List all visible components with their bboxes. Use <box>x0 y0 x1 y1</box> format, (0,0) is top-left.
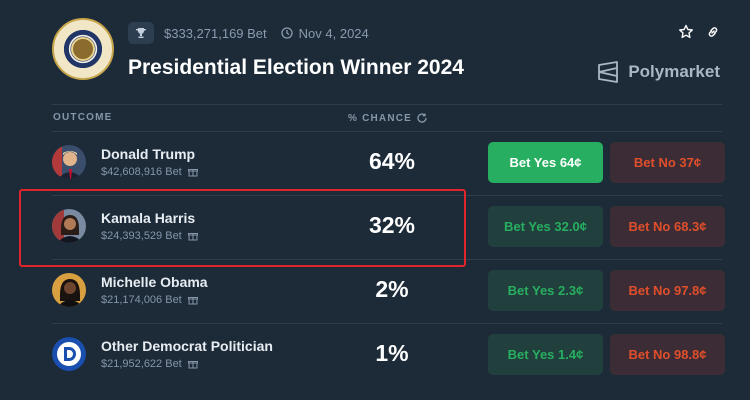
outcome-name[interactable]: Other Democrat Politician <box>101 338 273 354</box>
highlight-box <box>19 189 466 267</box>
end-date: Nov 4, 2024 <box>298 25 369 41</box>
page-title: Presidential Election Winner 2024 <box>128 56 464 79</box>
bet-no-button[interactable]: Bet No 37¢ <box>610 142 725 183</box>
gift-icon[interactable] <box>187 167 198 177</box>
outcome-volume-label: $42,608,916 Bet <box>101 166 182 178</box>
outcome-name[interactable]: Donald Trump <box>101 146 195 162</box>
outcome-volume: $42,608,916 Bet <box>101 166 198 178</box>
presidential-seal-image <box>52 18 114 80</box>
avatar-trump <box>52 145 86 179</box>
polymarket-logo[interactable]: Polymarket <box>596 60 720 84</box>
volume-label: $333,271,169 Bet <box>164 25 267 41</box>
outcome-volume-label: $21,952,622 Bet <box>101 358 182 370</box>
bet-no-button[interactable]: Bet No 98.8¢ <box>610 334 725 375</box>
outcome-row-trump: Donald Trump $42,608,916 Bet 64% Bet Yes… <box>52 131 732 195</box>
trophy-icon <box>128 22 154 44</box>
gift-icon[interactable] <box>187 359 198 369</box>
outcome-chance: 64% <box>368 148 416 174</box>
bet-yes-button[interactable]: Bet Yes 2.3¢ <box>488 270 603 311</box>
chance-column-label: % CHANCE <box>348 112 413 124</box>
bet-yes-button[interactable]: Bet Yes 1.4¢ <box>488 334 603 375</box>
brand-name: Polymarket <box>628 62 720 81</box>
star-icon[interactable] <box>678 24 694 45</box>
outcome-row-other-democrat: Other Democrat Politician $21,952,622 Be… <box>52 323 732 387</box>
clock-icon <box>281 27 293 39</box>
refresh-icon[interactable] <box>416 112 428 124</box>
bet-yes-button[interactable]: Bet Yes 32.0¢ <box>488 206 603 247</box>
bet-yes-button[interactable]: Bet Yes 64¢ <box>488 142 603 183</box>
outcome-volume-label: $21,174,006 Bet <box>101 294 182 306</box>
bet-no-button[interactable]: Bet No 97.8¢ <box>610 270 725 311</box>
market-header: $333,271,169 Bet Nov 4, 2024 Presidentia… <box>52 18 732 90</box>
polymarket-icon <box>598 61 619 83</box>
outcome-column-header: OUTCOME <box>53 112 113 123</box>
avatar-obama <box>52 273 86 307</box>
chance-column-header: % CHANCE <box>348 112 428 124</box>
outcome-volume: $21,174,006 Bet <box>101 294 198 306</box>
gift-icon[interactable] <box>187 295 198 305</box>
outcome-chance: 2% <box>375 276 409 302</box>
democrat-logo-icon <box>52 337 86 371</box>
divider <box>52 104 722 105</box>
outcome-volume: $21,952,622 Bet <box>101 358 198 370</box>
link-icon[interactable] <box>706 25 720 44</box>
outcome-chance: 1% <box>375 340 409 366</box>
market-meta: $333,271,169 Bet Nov 4, 2024 <box>128 22 369 44</box>
bet-no-button[interactable]: Bet No 68.3¢ <box>610 206 725 247</box>
outcome-row-obama: Michelle Obama $21,174,006 Bet 2% Bet Ye… <box>52 259 732 323</box>
outcome-name[interactable]: Michelle Obama <box>101 274 208 290</box>
